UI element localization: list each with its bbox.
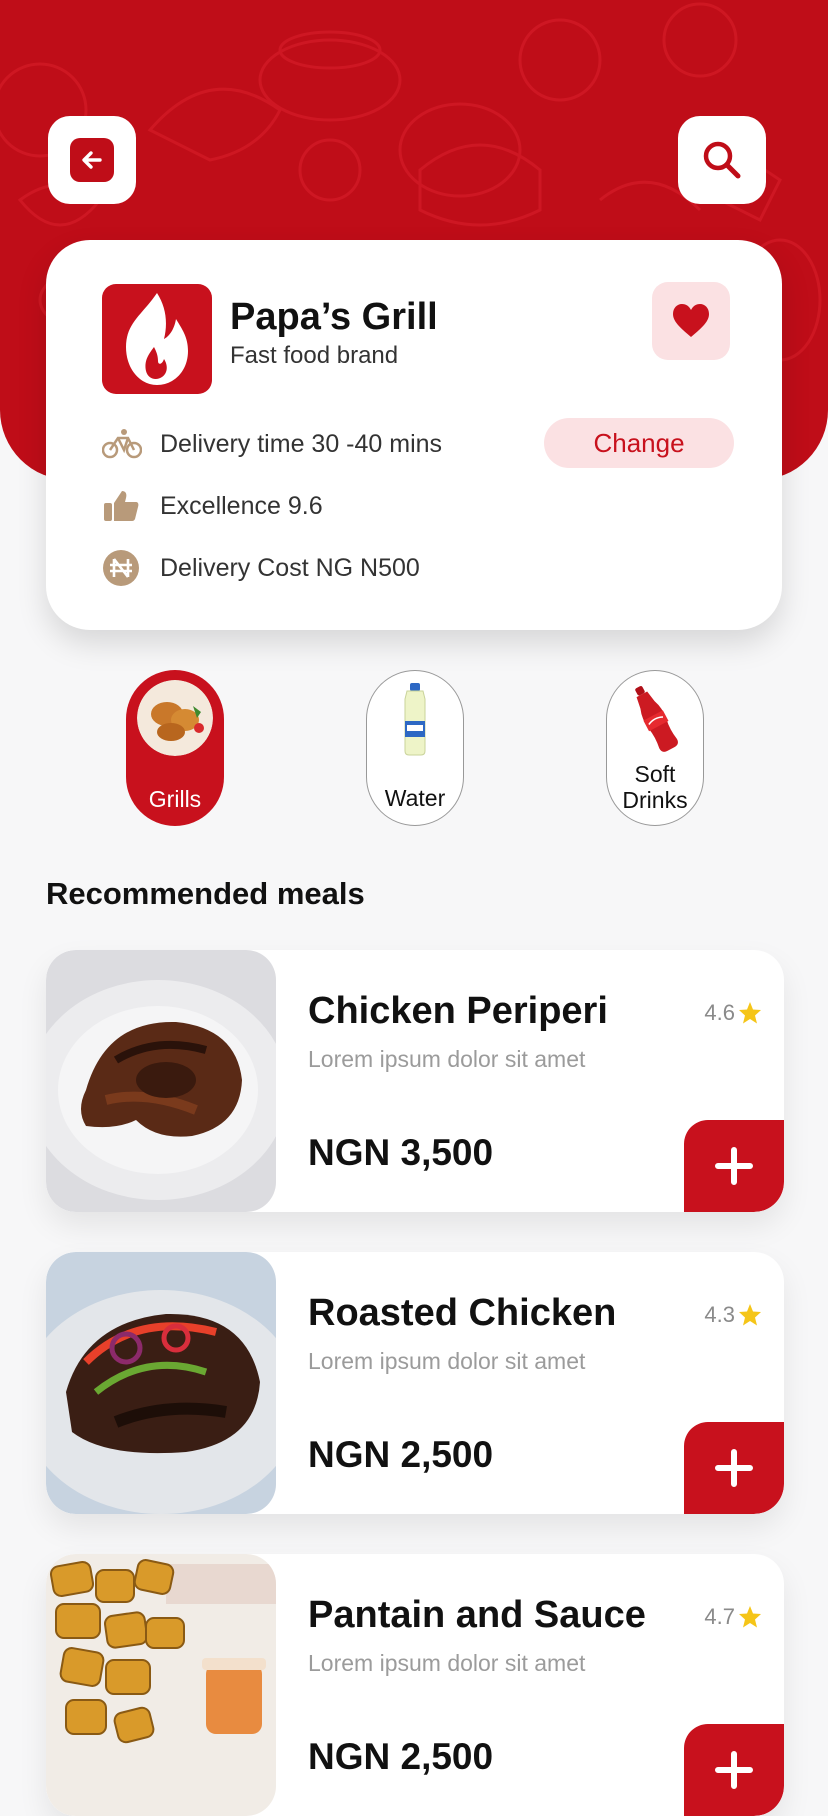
excellence-text: Excellence 9.6 — [160, 491, 323, 520]
rating-value: 4.6 — [704, 1000, 735, 1025]
delivery-time-text: Delivery time 30 -40 mins — [160, 429, 443, 458]
category-water[interactable]: Water — [366, 670, 464, 826]
category-label: Water — [384, 785, 446, 811]
soft-drink-bottle-image — [617, 681, 693, 757]
bicycle-icon — [102, 424, 146, 464]
add-to-cart-button[interactable] — [684, 1724, 784, 1816]
brand-logo — [102, 284, 212, 394]
meal-description: Lorem ipsum dolor sit amet — [308, 1046, 586, 1072]
meal-card[interactable]: Pantain and Sauce 4.7 Lorem ipsum dolor … — [46, 1554, 784, 1816]
meal-name: Roasted Chicken — [308, 1292, 617, 1334]
search-button[interactable] — [678, 116, 766, 204]
rating-value: 4.3 — [704, 1302, 735, 1327]
grills-image — [137, 680, 213, 756]
plus-icon — [715, 1449, 753, 1487]
meal-name: Pantain and Sauce — [308, 1594, 646, 1636]
flame-icon — [126, 293, 188, 385]
search-icon — [703, 141, 741, 179]
back-button[interactable] — [48, 116, 136, 204]
star-icon — [739, 1002, 761, 1024]
meal-description: Lorem ipsum dolor sit amet — [308, 1348, 586, 1374]
section-title: Recommended meals — [46, 876, 365, 911]
meal-card[interactable]: Roasted Chicken 4.3 Lorem ipsum dolor si… — [46, 1252, 784, 1514]
add-to-cart-button[interactable] — [684, 1422, 784, 1514]
category-grills[interactable]: Grills — [126, 670, 224, 826]
meal-photo — [46, 1252, 276, 1514]
meal-price: NGN 2,500 — [308, 1434, 494, 1475]
meal-photo — [46, 1554, 276, 1816]
rating-value: 4.7 — [704, 1604, 735, 1629]
meal-price: NGN 3,500 — [308, 1132, 494, 1173]
meal-name: Chicken Periperi — [308, 990, 608, 1032]
category-label: Grills — [148, 786, 202, 812]
delivery-time-row: Delivery time 30 -40 mins — [102, 424, 442, 464]
restaurant-info-card: Papa’s Grill Fast food brand Delivery ti… — [46, 240, 782, 630]
meal-rating: 4.7 — [704, 1604, 762, 1630]
meal-price: NGN 2,500 — [308, 1736, 494, 1777]
water-bottle-image — [377, 681, 453, 757]
meal-photo — [46, 950, 276, 1212]
arrow-left-icon — [70, 138, 114, 182]
change-button[interactable]: Change — [544, 418, 734, 468]
category-label: Soft Drinks — [622, 761, 688, 813]
star-icon — [739, 1606, 761, 1628]
meal-card[interactable]: Chicken Periperi 4.6 Lorem ipsum dolor s… — [46, 950, 784, 1212]
restaurant-name: Papa’s Grill — [230, 296, 438, 338]
restaurant-subtitle: Fast food brand — [230, 342, 399, 369]
delivery-cost-row: Delivery Cost NG N500 — [102, 548, 420, 588]
excellence-row: Excellence 9.6 — [102, 486, 323, 526]
naira-coin-icon — [102, 548, 146, 588]
thumbs-up-icon — [102, 486, 146, 526]
plus-icon — [715, 1751, 753, 1789]
meal-rating: 4.6 — [704, 1000, 762, 1026]
plus-icon — [715, 1147, 753, 1185]
heart-icon — [673, 304, 709, 337]
meal-rating: 4.3 — [704, 1302, 762, 1328]
category-soft-drinks[interactable]: Soft Drinks — [606, 670, 704, 826]
delivery-cost-text: Delivery Cost NG N500 — [160, 553, 420, 582]
favorite-button[interactable] — [652, 282, 730, 360]
star-icon — [739, 1304, 761, 1326]
meal-description: Lorem ipsum dolor sit amet — [308, 1650, 586, 1676]
add-to-cart-button[interactable] — [684, 1120, 784, 1212]
